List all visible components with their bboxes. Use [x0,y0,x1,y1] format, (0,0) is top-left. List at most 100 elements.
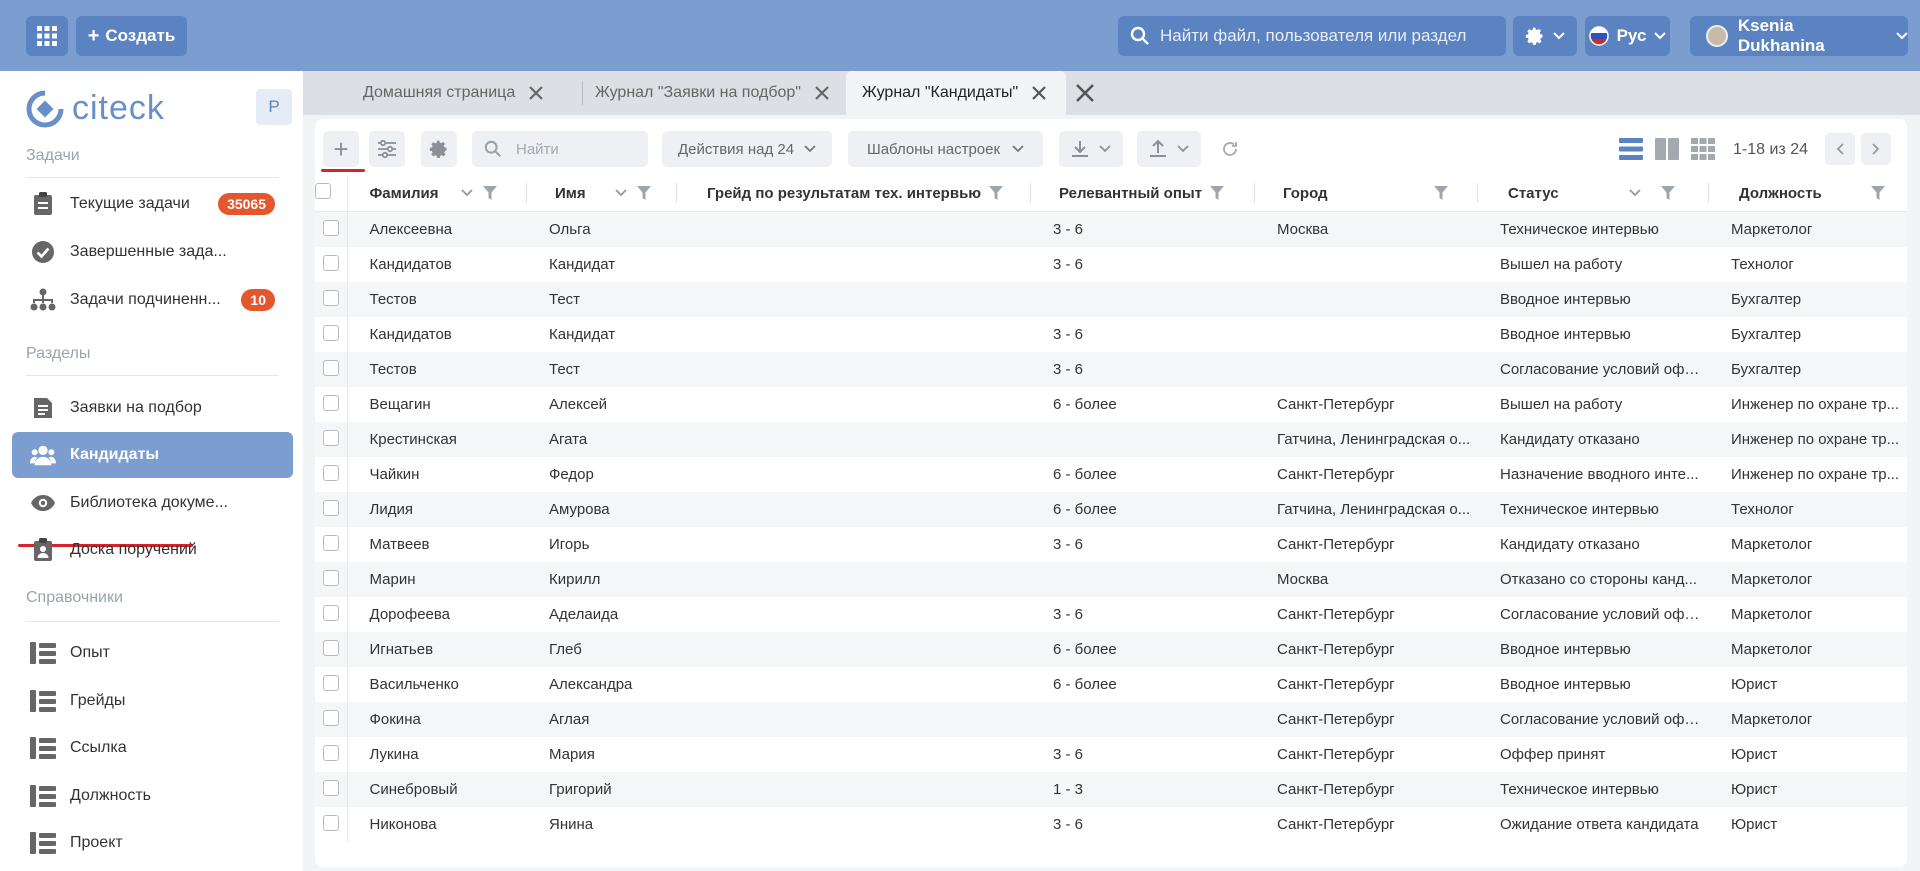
row-checkbox[interactable] [322,324,339,341]
column-header-experience[interactable]: Релевантный опыт [1031,175,1255,212]
sidebar-item-grades[interactable]: Грейды [12,678,293,724]
row-checkbox[interactable] [322,709,339,726]
row-checkbox[interactable] [322,499,339,516]
view-table-button[interactable] [1617,131,1645,167]
create-button[interactable]: + Создать [76,16,187,56]
select-all-checkbox[interactable] [315,183,331,199]
citeck-logo-icon [26,90,64,127]
sidebar-item-position[interactable]: Должность [12,773,293,819]
sidebar-item-requests[interactable]: Заявки на подбор [12,385,293,431]
settings-templates-dropdown[interactable]: Шаблоны настроек [848,131,1043,167]
sidebar-item-candidates[interactable]: Кандидаты [12,432,293,478]
row-checkbox[interactable] [322,429,339,446]
sidebar-item-assignment-board[interactable]: Доска поручений [12,527,293,573]
sort-chevron-icon[interactable] [1629,189,1641,197]
column-header-position[interactable]: Должность [1709,175,1907,212]
table-row[interactable]: Лукина Мария 3 - 6 Санкт-Петербург Оффер при… [315,737,1907,772]
column-header-status[interactable]: Статус [1478,175,1709,212]
sidebar-item-completed-tasks[interactable]: Завершенные зада... [12,229,293,275]
sidebar-item-current-tasks[interactable]: Текущие задачи 35065 [12,181,293,227]
column-header-city[interactable]: Город [1255,175,1478,212]
filter-icon[interactable] [1210,186,1225,200]
sort-chevron-icon[interactable] [615,189,627,197]
profile-badge[interactable]: P [256,89,292,125]
table-row[interactable]: Тестов Тест 3 - 6 Согласование условий офф.… [315,352,1907,387]
table-row[interactable]: Алексеевна Ольга 3 - 6 Москва Техническое ин… [315,211,1907,247]
sidebar-item-experience[interactable]: Опыт [12,630,293,676]
filters-button[interactable] [369,131,405,167]
journal-search-input[interactable]: Найти [472,131,648,167]
table-row[interactable]: Фокина Аглая Санкт-Петербург Согласование у… [315,702,1907,737]
filter-icon[interactable] [483,186,497,200]
table-row[interactable]: Синебровый Григорий 1 - 3 Санкт-Петербург Те… [315,772,1907,807]
refresh-button[interactable] [1215,131,1245,167]
prev-page-button[interactable] [1825,133,1855,165]
close-icon[interactable] [529,86,543,100]
column-header-firstname[interactable]: Имя [527,175,677,212]
table-row[interactable]: Никонова Янина 3 - 6 Санкт-Петербург Ожидани… [315,807,1907,842]
row-checkbox[interactable] [322,359,339,376]
table-row[interactable]: Крестинская Агата Гатчина, Ленинградская о… [315,422,1907,457]
cell-grade [677,352,1031,387]
row-checkbox[interactable] [322,604,339,621]
table-row[interactable]: Матвеев Игорь 3 - 6 Санкт-Петербург Кандидат… [315,527,1907,562]
row-checkbox[interactable] [322,569,339,586]
settings-button[interactable] [1513,16,1577,56]
tab-candidates-journal[interactable]: Журнал "Кандидаты" [846,71,1066,115]
table-row[interactable]: Вещагин Алексей 6 - более Санкт-Петербург Вы… [315,387,1907,422]
table-row[interactable]: Дорофеева Аделаида 3 - 6 Санкт-Петербург Сог… [315,597,1907,632]
table-row[interactable]: Васильченко Александра 6 - более Санкт-Пете… [315,667,1907,702]
row-checkbox[interactable] [322,674,339,691]
language-selector[interactable]: Рус [1585,16,1670,56]
table-row[interactable]: Марин Кирилл Москва Отказано со стороны кан… [315,562,1907,597]
row-checkbox[interactable] [322,744,339,761]
export-dropdown[interactable] [1059,131,1123,167]
view-preview-button[interactable] [1653,131,1681,167]
sort-chevron-icon[interactable] [461,189,473,197]
row-checkbox[interactable] [322,534,339,551]
close-all-tabs-button[interactable] [1075,71,1105,115]
close-icon[interactable] [1032,86,1047,100]
cell-city: Санкт-Петербург [1277,676,1395,693]
add-record-button[interactable]: + [323,131,359,167]
table-row[interactable]: Игнатьев Глеб 6 - более Санкт-Петербург Ввод… [315,632,1907,667]
close-icon[interactable] [815,86,829,100]
row-checkbox[interactable] [322,394,339,411]
sidebar-item-subordinate-tasks[interactable]: Задачи подчиненн... 10 [12,277,293,323]
sidebar-item-project[interactable]: Проект [12,820,293,866]
citeck-logo[interactable]: citeck [26,89,165,128]
bulk-actions-dropdown[interactable]: Действия над 24 [662,131,832,167]
tab-bar: Домашняя страница Журнал "Заявки на подб… [303,71,1920,115]
table-row[interactable]: Чайкин Федор 6 - более Санкт-Петербург Назна… [315,457,1907,492]
global-search-input[interactable]: Найти файл, пользователя или раздел [1118,16,1506,56]
table-row[interactable]: Лидия Амурова 6 - более Гатчина, Ленинградс… [315,492,1907,527]
row-checkbox[interactable] [322,254,339,271]
column-header-grade[interactable]: Грейд по результатам тех. интервью [677,175,1031,212]
row-checkbox[interactable] [322,814,339,831]
sidebar-item-document-library[interactable]: Библиотека докуме... [12,480,293,526]
import-dropdown[interactable] [1137,131,1201,167]
table-row[interactable]: Тестов Тест Вводное интервью Бухгалтер [315,282,1907,317]
filter-icon[interactable] [1434,186,1448,200]
apps-menu-button[interactable] [26,16,68,56]
row-checkbox[interactable] [322,219,339,236]
user-menu-button[interactable]: Ksenia Dukhanina [1690,16,1908,56]
filter-icon[interactable] [1871,186,1885,200]
column-header-lastname[interactable]: Фамилия [347,175,527,212]
row-checkbox[interactable] [322,639,339,656]
table-row[interactable]: Кандидатов Кандидат 3 - 6 Вводное интервью Б… [315,317,1907,352]
next-page-button[interactable] [1861,133,1891,165]
row-checkbox[interactable] [322,464,339,481]
tab-home[interactable]: Домашняя страница [363,71,583,115]
row-select-cell [315,422,348,457]
row-checkbox[interactable] [322,779,339,796]
tab-requests-journal[interactable]: Журнал "Заявки на подбор" [595,71,855,115]
filter-icon[interactable] [637,186,651,200]
journal-settings-button[interactable] [421,131,457,167]
sidebar-item-link[interactable]: Ссылка [12,725,293,771]
view-tiles-button[interactable] [1689,131,1717,167]
table-row[interactable]: Кандидатов Кандидат 3 - 6 Вышел на работу Те… [315,247,1907,282]
filter-icon[interactable] [1661,186,1675,200]
filter-icon[interactable] [989,186,1004,200]
row-checkbox[interactable] [322,289,339,306]
